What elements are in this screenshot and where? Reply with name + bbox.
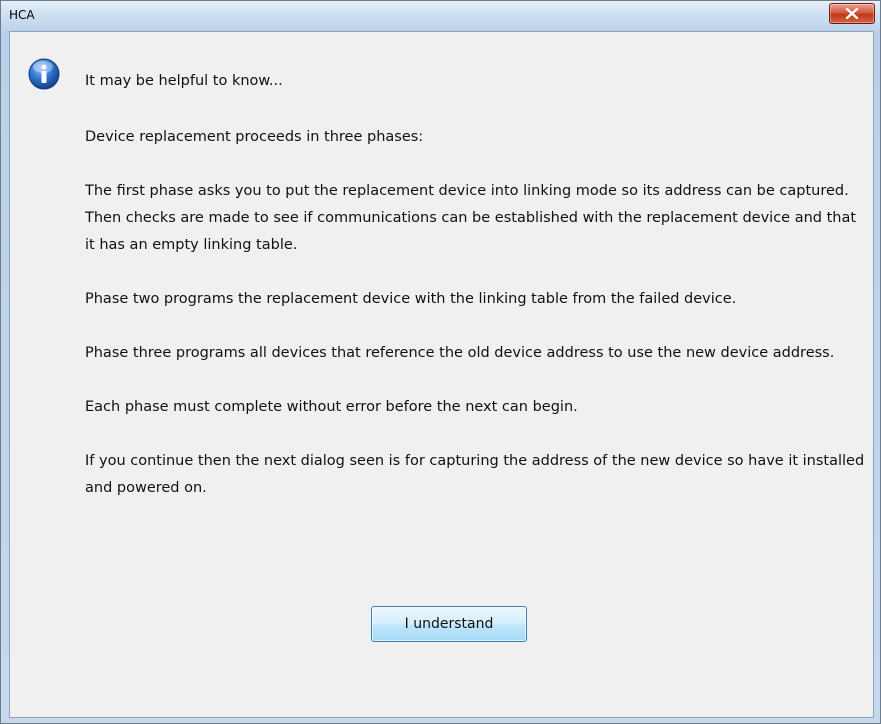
message-text: It may be helpful to know... Device repl…	[85, 68, 865, 529]
close-icon	[845, 8, 859, 19]
info-icon	[28, 58, 60, 90]
paragraph: Each phase must complete without error b…	[85, 399, 578, 415]
title-bar[interactable]: HCA	[1, 1, 880, 31]
close-button[interactable]	[829, 3, 875, 24]
window-title: HCA	[9, 8, 35, 22]
paragraph: If you continue then the next dialog see…	[85, 453, 865, 496]
dialog-content: It may be helpful to know... Device repl…	[9, 31, 874, 718]
paragraph: The first phase asks you to put the repl…	[85, 183, 857, 253]
dialog-window: HCA It may be helpful to know... Device	[0, 0, 881, 724]
intro-text: It may be helpful to know...	[85, 73, 283, 89]
i-understand-button[interactable]: I understand	[371, 606, 527, 642]
paragraph: Device replacement proceeds in three pha…	[85, 129, 424, 145]
paragraph: Phase three programs all devices that re…	[85, 345, 835, 361]
paragraph: Phase two programs the replacement devic…	[85, 291, 737, 307]
